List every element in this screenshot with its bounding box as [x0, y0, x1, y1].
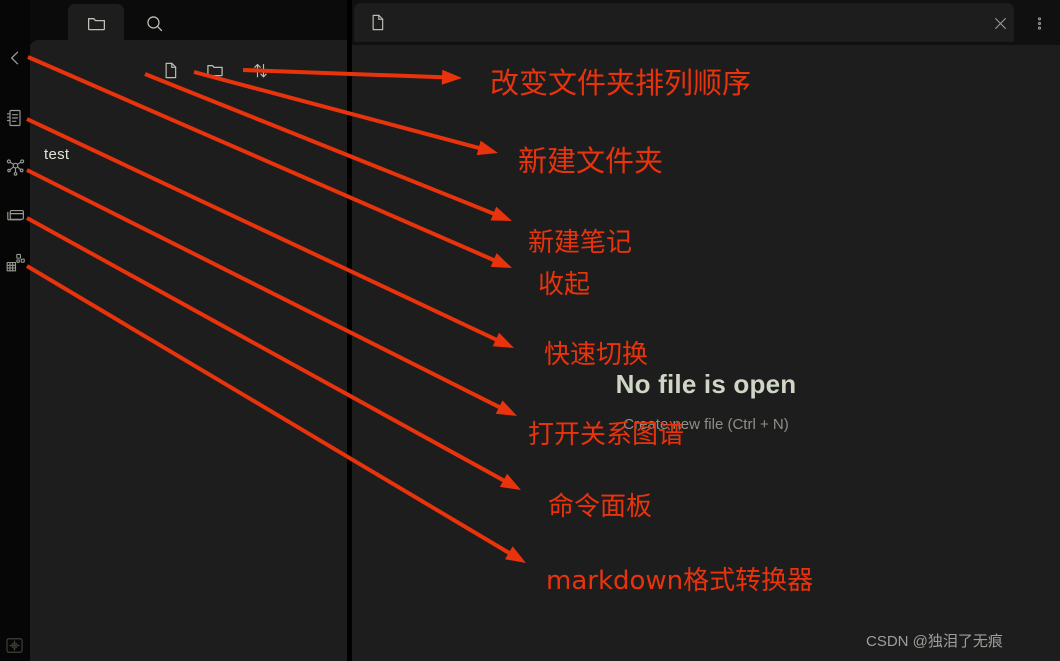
empty-state-title: No file is open	[615, 369, 797, 399]
search-icon	[144, 13, 165, 34]
main-tabbar	[352, 0, 1060, 45]
more-options-icon[interactable]	[1027, 11, 1051, 35]
settings-icon[interactable]	[2, 633, 26, 657]
watermark: CSDN @独泪了无痕	[866, 633, 1003, 650]
empty-state-subtitle[interactable]: Create new file (Ctrl + N)	[352, 416, 1060, 433]
sidebar-resize-handle[interactable]	[347, 0, 352, 661]
left-ribbon	[0, 0, 30, 661]
quick-switcher-icon[interactable]	[3, 106, 27, 130]
new-note-icon-button[interactable]	[156, 56, 184, 84]
command-palette-icon[interactable]	[3, 202, 27, 226]
file-explorer-toolbar	[30, 56, 347, 90]
sort-icon-button[interactable]	[246, 56, 274, 84]
left-sidebar: test	[30, 0, 347, 661]
folder-icon	[86, 13, 107, 34]
file-explorer-panel: test	[30, 40, 347, 661]
main-content-empty-state: No file is open Create new file (Ctrl + …	[352, 45, 1060, 661]
close-icon[interactable]	[988, 11, 1012, 35]
graph-view-icon[interactable]	[3, 154, 27, 178]
file-explorer-item[interactable]: test	[44, 144, 314, 166]
sidebar-tabbar	[30, 0, 347, 44]
main-tab-empty[interactable]	[354, 3, 1014, 42]
collapse-chevron-icon-button[interactable]	[3, 46, 27, 70]
sidebar-tab-file-explorer[interactable]	[68, 4, 124, 42]
markdown-converter-icon[interactable]	[3, 250, 27, 274]
file-icon	[368, 13, 387, 32]
new-folder-icon-button[interactable]	[201, 56, 229, 84]
sidebar-tab-search[interactable]	[126, 4, 182, 42]
main-pane: No file is open Create new file (Ctrl + …	[352, 0, 1060, 661]
app-window: test No file is open Create new file (Ct…	[0, 0, 1060, 661]
